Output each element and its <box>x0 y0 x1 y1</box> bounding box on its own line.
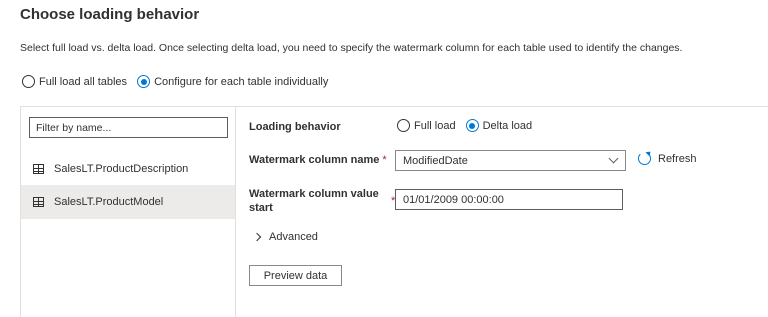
page-description: Select full load vs. delta load. Once se… <box>20 42 683 54</box>
watermark-column-dropdown[interactable]: ModifiedDate <box>395 150 626 171</box>
delta-load-radio[interactable]: Delta load <box>465 119 533 132</box>
table-list-panel: SalesLT.ProductDescription SalesLT.Produ… <box>20 106 235 317</box>
full-load-all-label: Full load all tables <box>39 75 128 88</box>
watermark-start-label: Watermark column value start <box>249 188 379 214</box>
watermark-column-value: ModifiedDate <box>403 154 468 167</box>
radio-unchecked-icon <box>397 119 410 132</box>
table-icon <box>33 197 44 207</box>
radio-unchecked-icon <box>22 75 35 88</box>
full-load-all-radio[interactable]: Full load all tables <box>22 75 127 88</box>
table-item-productdescription[interactable]: SalesLT.ProductDescription <box>21 152 235 186</box>
loading-behavior-radio-group: Full load Delta load <box>397 119 542 132</box>
watermark-start-input[interactable] <box>395 189 623 210</box>
required-asterisk: * <box>382 154 387 166</box>
table-item-label: SalesLT.ProductModel <box>54 196 164 208</box>
loading-behavior-label: Loading behavior <box>249 121 341 133</box>
full-load-label: Full load <box>414 119 456 132</box>
configure-individually-label: Configure for each table individually <box>154 75 329 88</box>
chevron-right-icon <box>252 232 262 242</box>
filter-input[interactable] <box>29 117 228 138</box>
configure-individually-radio[interactable]: Configure for each table individually <box>137 75 328 88</box>
preview-data-button[interactable]: Preview data <box>249 265 342 286</box>
full-load-radio[interactable]: Full load <box>397 119 456 132</box>
table-settings-panel: Loading behavior Full load Delta load Wa… <box>235 106 768 317</box>
delta-load-label: Delta load <box>482 119 533 132</box>
radio-checked-icon <box>137 75 151 88</box>
watermark-column-label: Watermark column name * <box>249 154 387 166</box>
table-icon <box>33 164 44 174</box>
chevron-down-icon <box>608 153 619 164</box>
load-mode-radio-group: Full load all tables Configure for each … <box>22 75 338 88</box>
advanced-toggle[interactable]: Advanced <box>252 231 318 243</box>
refresh-button[interactable]: Refresh <box>638 152 697 165</box>
refresh-label: Refresh <box>658 152 697 165</box>
refresh-icon <box>638 152 651 165</box>
table-item-label: SalesLT.ProductDescription <box>54 163 189 175</box>
table-item-productmodel[interactable]: SalesLT.ProductModel <box>21 185 235 219</box>
watermark-column-label-text: Watermark column name <box>249 154 380 166</box>
advanced-label: Advanced <box>269 231 318 243</box>
page-title: Choose loading behavior <box>20 6 200 23</box>
radio-checked-icon <box>465 119 479 132</box>
